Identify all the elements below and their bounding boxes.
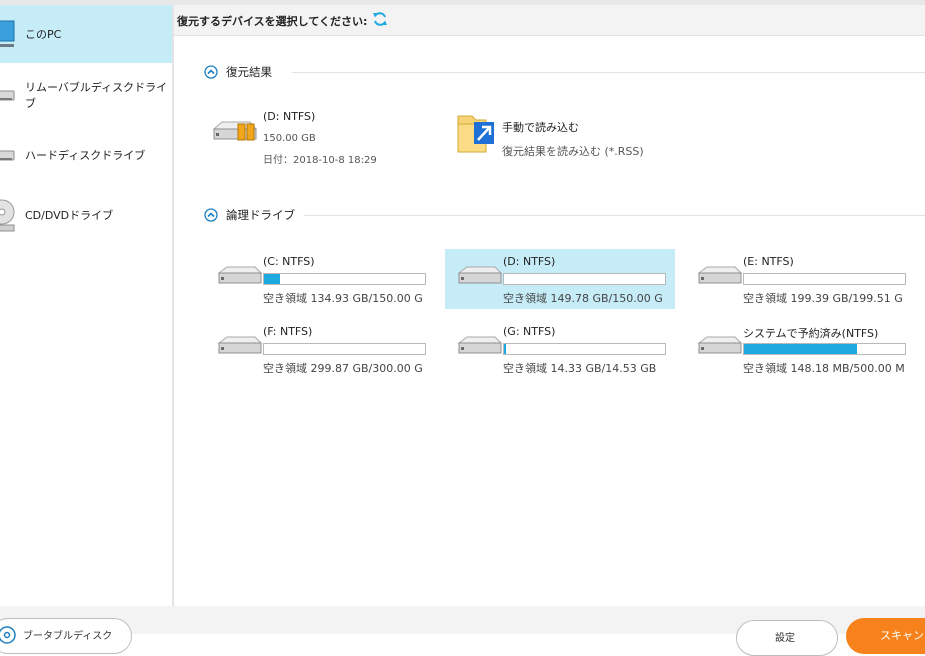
section-header-recovery-results[interactable]: 復元結果 xyxy=(204,64,272,80)
drive-tile[interactable]: (E: NTFS) 空き領域 199.39 GB/199.51 G xyxy=(685,249,915,309)
drive-tile[interactable]: (G: NTFS) 空き領域 14.33 GB/14.53 GB xyxy=(445,319,675,379)
sidebar-item-label: リムーバブルディスクドライブ xyxy=(25,81,168,110)
drive-free-space: 空き領域 299.87 GB/300.00 G xyxy=(263,362,423,375)
drive-name: システムで予約済み(NTFS) xyxy=(743,327,879,340)
cd-dvd-icon xyxy=(0,199,15,232)
drive-tile[interactable]: (F: NTFS) 空き領域 299.87 GB/300.00 G xyxy=(205,319,435,379)
drive-free-space: 空き領域 14.33 GB/14.53 GB xyxy=(503,362,657,375)
drive-usage-bar xyxy=(263,343,426,355)
saved-result-size: 150.00 GB xyxy=(263,133,316,144)
saved-result-drive-icon xyxy=(212,121,258,141)
drive-usage-fill xyxy=(744,344,857,354)
hard-drive-icon xyxy=(217,266,263,284)
section-divider xyxy=(304,215,925,216)
hard-drive-icon xyxy=(457,336,503,354)
saved-result-name: (D: NTFS) xyxy=(263,110,316,123)
manual-load-subtitle: 復元結果を読み込む (*.RSS) xyxy=(502,145,644,158)
disc-icon xyxy=(0,626,16,644)
folder-load-icon xyxy=(457,115,494,153)
scan-button[interactable]: スキャン xyxy=(846,618,925,654)
hard-drive-icon xyxy=(697,336,743,354)
scan-label: スキャン xyxy=(880,629,924,642)
drive-tile[interactable]: (C: NTFS) 空き領域 134.93 GB/150.00 G xyxy=(205,249,435,309)
chevron-up-icon[interactable] xyxy=(204,208,218,222)
drive-name: (E: NTFS) xyxy=(743,255,794,268)
manual-load-tile[interactable]: 手動で読み込む 復元結果を読み込む (*.RSS) xyxy=(450,104,680,166)
drive-name: (D: NTFS) xyxy=(503,255,556,268)
drive-free-space: 空き領域 148.18 MB/500.00 M xyxy=(743,362,905,375)
drive-usage-bar xyxy=(743,343,906,355)
drive-tile[interactable]: システムで予約済み(NTFS) 空き領域 148.18 MB/500.00 M xyxy=(685,319,915,379)
drive-free-space: 空き領域 134.93 GB/150.00 G xyxy=(263,292,423,305)
drive-usage-bar xyxy=(263,273,426,285)
hard-drive-icon xyxy=(457,266,503,284)
sidebar: このPC リムーバブルディスクドライブ ハードディスクドライブ CD/DVDドラ… xyxy=(0,5,174,606)
drive-name: (C: NTFS) xyxy=(263,255,315,268)
section-label: 論理ドライブ xyxy=(226,208,295,222)
section-divider xyxy=(292,72,925,73)
sidebar-item-removable-drive[interactable]: リムーバブルディスクドライブ xyxy=(0,66,172,124)
sidebar-item-cd-dvd[interactable]: CD/DVDドライブ xyxy=(0,186,172,244)
sidebar-item-hard-drive[interactable]: ハードディスクドライブ xyxy=(0,126,172,184)
saved-result-date: 日付：2018-10-8 18:29 xyxy=(263,155,377,166)
settings-button[interactable]: 設定 xyxy=(736,620,838,656)
header-bar: 復元するデバイスを選択してください: xyxy=(174,5,925,36)
sidebar-item-this-pc[interactable]: このPC xyxy=(0,5,172,63)
sidebar-item-label: このPC xyxy=(25,28,62,41)
section-label: 復元結果 xyxy=(226,65,272,79)
page-title: 復元するデバイスを選択してください: xyxy=(177,15,368,28)
chevron-up-icon[interactable] xyxy=(204,65,218,79)
hard-drive-icon xyxy=(697,266,743,284)
bootable-disk-label: ブータブルディスク xyxy=(23,631,113,642)
drive-free-space: 空き領域 199.39 GB/199.51 G xyxy=(743,292,903,305)
drive-tile[interactable]: (D: NTFS) 空き領域 149.78 GB/150.00 G xyxy=(445,249,675,309)
drive-usage-fill xyxy=(504,344,507,354)
section-header-logical-drives[interactable]: 論理ドライブ xyxy=(204,207,295,223)
drive-usage-bar xyxy=(503,273,666,285)
drive-free-space: 空き領域 149.78 GB/150.00 G xyxy=(503,292,663,305)
drive-name: (F: NTFS) xyxy=(263,325,313,338)
drive-usage-bar xyxy=(743,273,906,285)
sidebar-item-label: CD/DVDドライブ xyxy=(25,209,114,222)
drive-name: (G: NTFS) xyxy=(503,325,556,338)
settings-label: 設定 xyxy=(775,633,795,644)
manual-load-title: 手動で読み込む xyxy=(502,121,579,134)
hard-drive-icon xyxy=(0,150,15,161)
hard-drive-icon xyxy=(217,336,263,354)
monitor-icon xyxy=(0,20,15,47)
recovery-result-tile[interactable]: (D: NTFS) 150.00 GB 日付：2018-10-8 18:29 xyxy=(200,104,430,166)
removable-drive-icon xyxy=(0,90,15,101)
drive-usage-fill xyxy=(264,274,281,284)
bootable-disk-button[interactable]: ブータブルディスク xyxy=(0,618,132,654)
drive-usage-bar xyxy=(503,343,666,355)
sidebar-item-label: ハードディスクドライブ xyxy=(25,149,146,162)
refresh-icon[interactable] xyxy=(372,11,388,27)
